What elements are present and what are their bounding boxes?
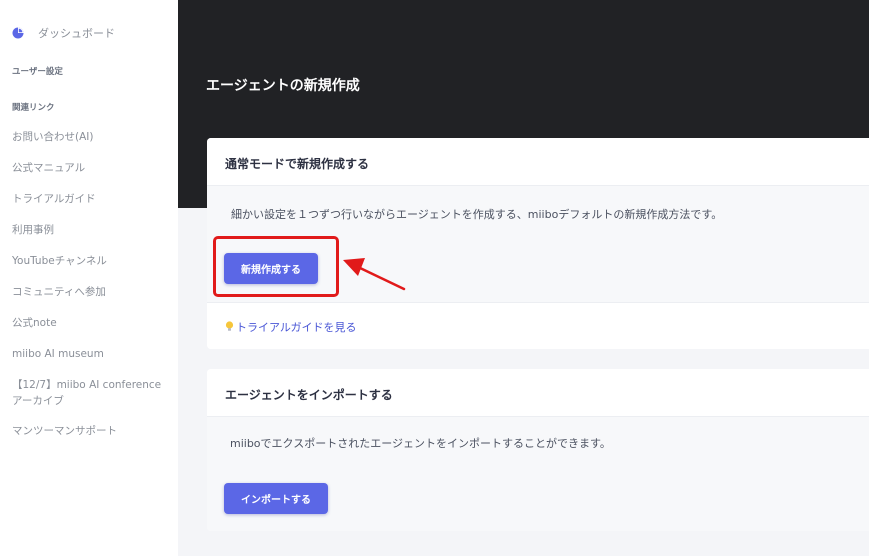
sidebar-link-contact[interactable]: お問い合わせ(AI) (12, 130, 93, 145)
sidebar-item-dashboard[interactable]: ダッシュボード (12, 25, 115, 41)
highlight-box (213, 236, 339, 297)
sidebar-link-note[interactable]: 公式note (12, 316, 57, 331)
sidebar-link-museum[interactable]: miibo AI museum (12, 347, 104, 362)
sidebar-link-trial-guide[interactable]: トライアルガイド (12, 192, 96, 207)
sidebar-link-manual[interactable]: 公式マニュアル (12, 161, 85, 176)
sidebar-section-related-links: 関連リンク (12, 103, 55, 113)
card-title: 通常モードで新規作成する (207, 138, 869, 186)
sidebar: ダッシュボード ユーザー設定 関連リンク お問い合わせ(AI) 公式マニュアル … (0, 0, 178, 556)
lightbulb-icon (225, 321, 234, 331)
trial-guide-link-label: トライアルガイドを見る (236, 321, 357, 334)
card-body: miiboでエクスポートされたエージェントをインポートすることができます。 イン… (207, 417, 869, 531)
pie-chart-icon (12, 27, 24, 39)
sidebar-link-youtube[interactable]: YouTubeチャンネル (12, 254, 107, 269)
sidebar-link-community[interactable]: コミュニティへ参加 (12, 285, 106, 300)
page-title: エージェントの新規作成 (206, 78, 360, 94)
trial-guide-link[interactable]: トライアルガイドを見る (225, 321, 357, 334)
sidebar-link-support[interactable]: マンツーマンサポート (12, 424, 117, 439)
sidebar-link-conference-archive[interactable]: アーカイブ (12, 394, 64, 409)
sidebar-link-conference[interactable]: 【12/7】miibo AI conference (12, 378, 161, 393)
sidebar-link-use-cases[interactable]: 利用事例 (12, 223, 54, 238)
import-card: エージェントをインポートする miiboでエクスポートされたエージェントをインポ… (207, 369, 869, 531)
card-description: miiboでエクスポートされたエージェントをインポートすることができます。 (230, 437, 611, 450)
sidebar-item-label: ダッシュボード (38, 27, 115, 40)
annotation-arrow-icon (343, 258, 406, 291)
sidebar-item-user-settings[interactable]: ユーザー設定 (12, 65, 63, 77)
card-description: 細かい設定を１つずつ行いながらエージェントを作成する、miiboデフォルトの新規… (231, 208, 723, 221)
import-button[interactable]: インポートする (224, 483, 328, 514)
card-footer: トライアルガイドを見る (207, 302, 869, 349)
card-title: エージェントをインポートする (207, 369, 869, 417)
